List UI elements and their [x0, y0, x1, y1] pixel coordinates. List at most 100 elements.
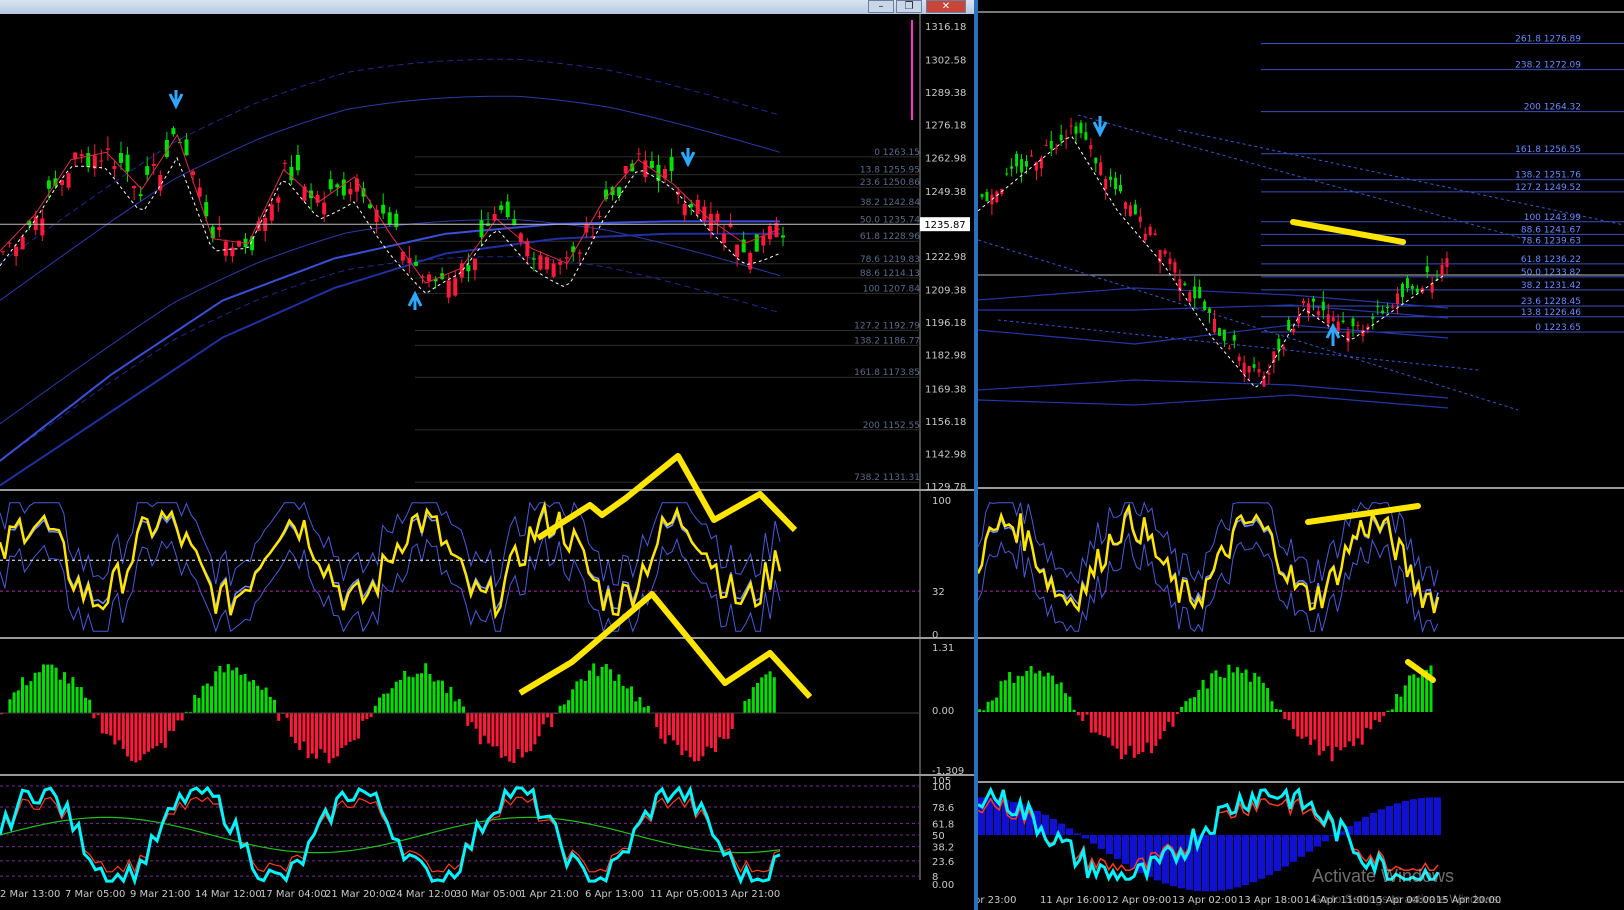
time-axis-label: 9 Mar 21:00 — [130, 889, 190, 900]
right-chart-window[interactable]: 261.8 1276.89 238.2 1272.09 200 1264.32 161… — [978, 0, 1624, 910]
left-chart-window[interactable]: – ❐ ✕ 0 1263.15 13.8 1255.95 23.6 1250.86 3… — [0, 0, 978, 910]
macd-bar — [1089, 712, 1093, 733]
macd-bar — [252, 680, 255, 713]
macd-bar — [978, 709, 981, 712]
macd-bar — [1223, 677, 1227, 712]
candle-body — [1074, 126, 1078, 134]
macd-bar — [1248, 681, 1252, 712]
stoch-histogram-bar — [1106, 835, 1113, 855]
candle-body — [335, 184, 340, 188]
macd-bar — [1051, 675, 1055, 712]
macd-bar — [1386, 710, 1390, 712]
fib-label: 38.2 1242.84 — [860, 198, 920, 208]
candle-body — [980, 194, 984, 197]
macd-bar — [432, 681, 436, 713]
candle-body — [1020, 159, 1024, 173]
macd-bar — [546, 713, 549, 718]
macd-bar — [516, 713, 520, 749]
macd-bar — [478, 713, 482, 745]
macd-bar — [420, 673, 423, 713]
macd-bar — [697, 713, 701, 762]
macd-bar — [403, 670, 407, 713]
macd-bar — [1279, 709, 1282, 712]
fib-label: 127.2 1249.52 — [1515, 183, 1581, 193]
right-chart-canvas[interactable]: 261.8 1276.89 238.2 1272.09 200 1264.32 161… — [978, 0, 1624, 910]
macd-bar — [231, 670, 234, 713]
stoch-histogram-bar — [1298, 835, 1305, 857]
macd-bar — [659, 713, 663, 739]
candle-body — [1094, 157, 1098, 164]
macd-bar — [1313, 712, 1317, 740]
time-axis-label: 13 Apr 21:00 — [715, 889, 780, 900]
candle-body — [1425, 266, 1429, 273]
macd-bar — [1403, 685, 1407, 712]
macd-bar — [155, 713, 159, 747]
macd-bar — [79, 687, 83, 713]
macd-bar — [75, 686, 79, 713]
macd-axis-label: 0.00 — [932, 706, 954, 717]
macd-bar — [1210, 673, 1214, 712]
macd-bar — [495, 713, 499, 747]
macd-bar — [163, 713, 167, 748]
macd-bar — [1150, 712, 1153, 754]
stoch-histogram-bar — [1362, 817, 1369, 835]
macd-bar — [1033, 673, 1037, 712]
macd-bar — [1408, 675, 1411, 712]
macd-bar — [260, 689, 264, 713]
macd-bar — [999, 681, 1003, 712]
macd-bar — [415, 673, 419, 713]
rsi-band-upper — [0, 501, 781, 588]
candle-body — [1203, 301, 1207, 310]
stoch-histogram-bar — [1090, 835, 1097, 844]
macd-bar — [491, 713, 495, 747]
macd-bar — [172, 713, 176, 732]
fib-label: 23.6 1250.86 — [860, 178, 920, 188]
candle-body — [1010, 166, 1014, 169]
macd-bar — [327, 713, 331, 764]
macd-bar — [1227, 664, 1231, 712]
macd-bar — [714, 713, 717, 752]
left-chart-canvas[interactable]: 0 1263.15 13.8 1255.95 23.6 1250.86 38.2 12… — [0, 0, 974, 910]
time-axis-label: 13 Apr 02:00 — [1172, 895, 1237, 906]
candle-body — [466, 265, 471, 272]
candle-body — [1410, 286, 1414, 289]
macd-bar — [1253, 672, 1257, 712]
macd-bar — [747, 698, 751, 713]
candle-body — [538, 255, 543, 270]
macd-bar — [33, 672, 37, 713]
candle-body — [191, 171, 196, 176]
candle-body — [1292, 328, 1296, 333]
candle-body — [722, 233, 727, 243]
macd-bar — [239, 674, 243, 713]
annotation-line — [1305, 503, 1421, 525]
macd-bar — [352, 713, 356, 741]
macd-bar — [67, 683, 71, 713]
macd-bar — [348, 713, 352, 742]
macd-bar — [390, 688, 394, 713]
candle-body — [282, 162, 287, 164]
candle-body — [1188, 292, 1192, 302]
macd-bar — [1128, 712, 1132, 746]
macd-bar — [609, 669, 612, 713]
stoch-histogram-bar — [1162, 835, 1169, 884]
macd-bar — [1347, 712, 1351, 742]
candle-body — [223, 241, 228, 256]
macd-bar — [529, 713, 533, 752]
macd-bar — [1360, 712, 1364, 745]
candle-body — [748, 252, 753, 270]
fib-label: 13.8 1255.95 — [860, 166, 920, 176]
stoch-histogram-bar — [1290, 835, 1297, 862]
stoch-axis-label: 78.6 — [932, 803, 954, 814]
candle-body — [1104, 178, 1108, 190]
macd-bar — [1072, 709, 1076, 712]
macd-bar — [1334, 712, 1338, 747]
macd-bar — [386, 693, 390, 713]
macd-bar — [302, 713, 306, 742]
candle-body — [1302, 300, 1306, 304]
macd-bar — [1175, 712, 1179, 715]
macd-bar — [1317, 712, 1321, 756]
macd-bar — [1266, 688, 1270, 712]
stoch-histogram-bar — [1282, 835, 1289, 867]
fib-label: 61.8 1228.96 — [860, 232, 920, 242]
macd-bar — [399, 679, 402, 713]
